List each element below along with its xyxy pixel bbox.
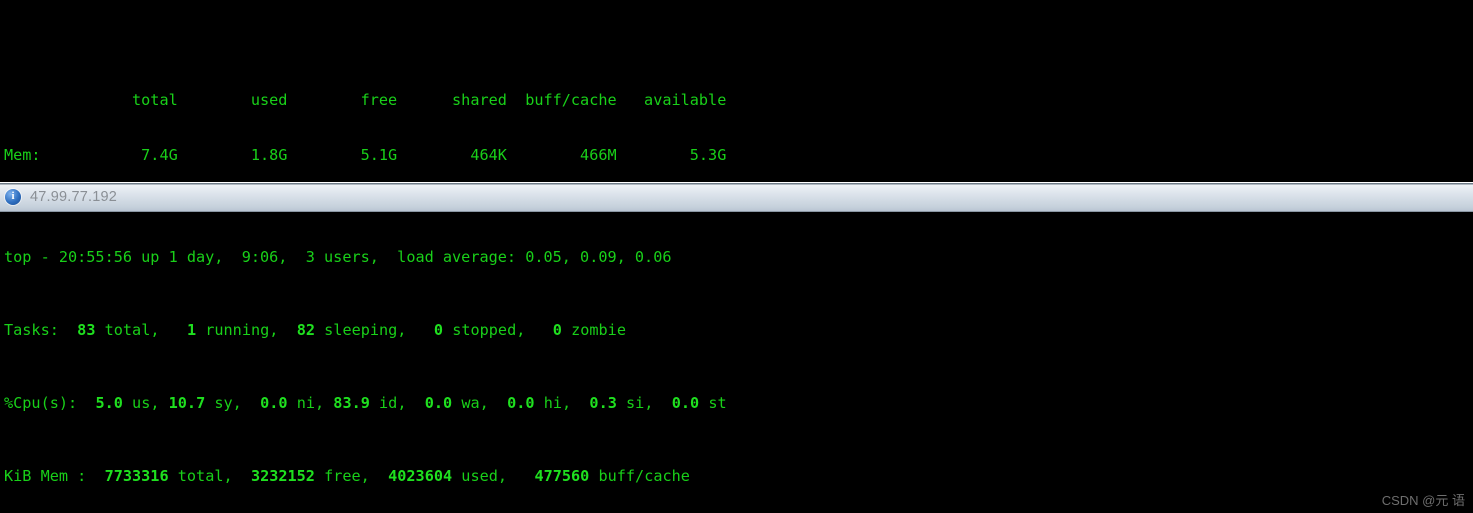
- mem-used-word: used,: [461, 466, 508, 485]
- spacer-top: [0, 36, 1473, 54]
- top-summary-section: top - 20:55:56 up 1 day, 9:06, 3 users, …: [0, 212, 1473, 513]
- tasks-zombie-value: 0: [552, 321, 562, 340]
- mem-used-value: 4023604: [388, 466, 453, 485]
- free-block-1-header: total used free shared buff/cache availa…: [4, 91, 727, 109]
- cpu-sy-word: sy,: [214, 394, 242, 413]
- cpu-id-word: id,: [379, 394, 407, 413]
- tasks-total-value: 83: [77, 321, 96, 340]
- cpu-hi-word: hi,: [543, 394, 572, 413]
- mem-label: KiB Mem :: [4, 466, 87, 485]
- tasks-stopped-value: 0: [433, 321, 444, 340]
- top-mem-line: KiB Mem : 7733316 total, 3232152 free, 4…: [0, 467, 1473, 485]
- mem-free-value: 3232152: [250, 466, 315, 485]
- csdn-watermark: CSDN @元 语: [1381, 493, 1465, 508]
- tasks-total-word: total,: [104, 321, 160, 340]
- cpu-wa-word: wa,: [461, 394, 489, 413]
- info-icon-glyph: i: [11, 190, 15, 202]
- top-output-pane[interactable]: top - 20:55:56 up 1 day, 9:06, 3 users, …: [0, 212, 1473, 513]
- cpu-wa-value: 0.0: [424, 394, 453, 413]
- cpu-ni-word: ni,: [296, 394, 325, 413]
- mem-free-word: free,: [324, 466, 370, 485]
- cpu-hi-value: 0.0: [507, 394, 535, 413]
- cpu-us-word: us,: [132, 394, 160, 413]
- cpu-label: %Cpu(s):: [4, 394, 78, 413]
- mem-total-word: total,: [177, 466, 233, 485]
- top-uptime-line: top - 20:55:56 up 1 day, 9:06, 3 users, …: [4, 248, 672, 267]
- cpu-us-value: 5.0: [95, 394, 123, 413]
- cpu-ni-value: 0.0: [260, 394, 288, 413]
- tasks-label: Tasks:: [4, 321, 59, 340]
- info-circle-icon: i: [5, 188, 21, 205]
- mem-buff-word: buff/cache: [598, 466, 690, 485]
- tasks-running-word: running,: [205, 321, 279, 340]
- window-title-text: 47.99.77.192: [30, 188, 118, 205]
- cpu-id-value: 83.9: [333, 394, 370, 413]
- tasks-running-value: 1: [186, 321, 197, 340]
- top-cpu-line: %Cpu(s): 5.0 us, 10.7 sy, 0.0 ni, 83.9 i…: [0, 394, 1473, 412]
- cpu-sy-value: 10.7: [168, 394, 206, 413]
- free-output-pane[interactable]: total used free shared buff/cache availa…: [0, 0, 1473, 182]
- mem-buff-value: 477560: [534, 466, 590, 485]
- cpu-si-word: si,: [626, 394, 654, 413]
- cpu-st-word: st: [708, 394, 727, 413]
- cpu-si-value: 0.3: [589, 394, 617, 413]
- mem-total-value: 7733316: [104, 466, 169, 485]
- window-title-bar[interactable]: i 47.99.77.192: [0, 182, 1473, 212]
- tasks-sleeping-value: 82: [296, 321, 315, 340]
- free-block-1-mem-row: Mem: 7.4G 1.8G 5.1G 464K 466M 5.3G: [4, 145, 727, 164]
- top-tasks-line: Tasks: 83 total, 1 running, 82 sleeping,…: [0, 321, 1473, 339]
- tasks-zombie-word: zombie: [571, 321, 626, 340]
- tasks-sleeping-word: sleeping,: [324, 321, 407, 340]
- cpu-st-value: 0.0: [671, 394, 700, 413]
- tasks-stopped-word: stopped,: [452, 321, 526, 340]
